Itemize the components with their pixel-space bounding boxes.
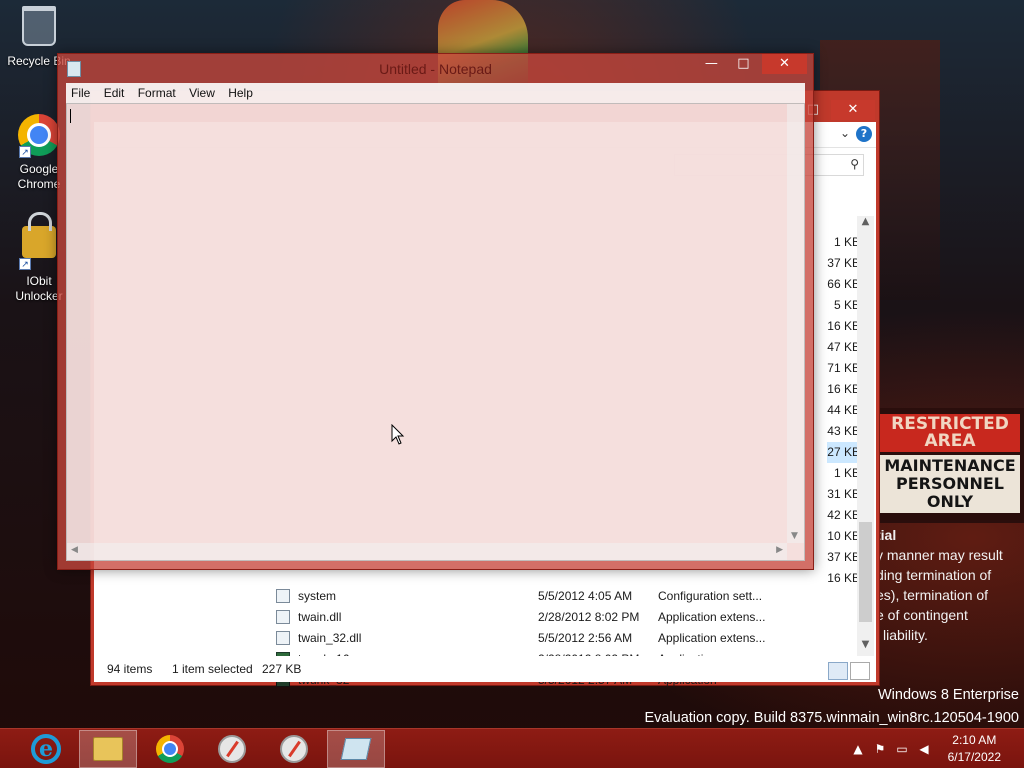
chevron-down-icon[interactable]: ⌄ [840, 126, 850, 140]
notepad-menu-bar: File Edit Format View Help [66, 83, 805, 103]
explorer-close-button[interactable]: ✕ [831, 100, 875, 120]
status-size: 227 KB [262, 662, 302, 676]
warning-line: ding termination of [876, 567, 992, 583]
scroll-thumb[interactable] [859, 522, 872, 622]
menu-edit[interactable]: Edit [99, 83, 130, 103]
taskbar: e ▲ ⚑ ▭ ◀ 2:10 AM 6/17/2022 [0, 728, 1024, 768]
notepad-horizontal-scrollbar[interactable]: ◀ ▶ [67, 543, 787, 560]
help-icon[interactable]: ? [856, 126, 872, 142]
system-tray: ▲ ⚑ ▭ ◀ 2:10 AM 6/17/2022 [834, 729, 1024, 768]
taskbar-clock[interactable]: 2:10 AM 6/17/2022 [948, 732, 1001, 766]
dll-icon [276, 609, 290, 624]
taskbar-google-chrome[interactable] [141, 730, 199, 768]
scroll-right-icon[interactable]: ▶ [776, 545, 783, 555]
scroll-down-icon[interactable]: ▼ [857, 639, 874, 656]
text-caret [70, 109, 71, 123]
search-icon: ⚲ [850, 157, 859, 171]
taskbar-compass-app-2[interactable] [265, 730, 323, 768]
ie-icon: e [31, 734, 61, 764]
taskbar-compass-app[interactable] [203, 730, 261, 768]
dll-icon [276, 630, 290, 645]
large-icons-view-icon[interactable] [850, 662, 870, 680]
warning-line: e of contingent [876, 607, 968, 623]
recycle-bin-icon [17, 6, 61, 50]
file-name: twain_32.dll [298, 630, 362, 645]
windows-watermark: Windows 8 Enterprise Evaluation copy. Bu… [644, 684, 1019, 730]
warning-line: es), termination of [876, 587, 989, 603]
iobit-unlocker-icon: ↗ [17, 212, 61, 270]
status-selection: 1 item selected [172, 662, 253, 676]
sign-top-text: RESTRICTED AREA [880, 414, 1020, 452]
notepad-text-area[interactable]: ▼ ◀ ▶ [66, 103, 805, 561]
table-row[interactable]: twain.dll 2/28/2012 8:02 PM Application … [254, 606, 860, 627]
file-name: system [298, 588, 337, 603]
file-date: 5/5/2012 4:05 AM [538, 588, 633, 603]
details-view-icon[interactable] [828, 662, 848, 680]
sign-bottom-text: MAINTENANCE PERSONNEL ONLY [880, 455, 1020, 513]
explorer-status-bar: 94 items 1 item selected 227 KB [94, 656, 876, 682]
compass-icon [280, 735, 308, 763]
show-hidden-icons[interactable]: ▲ [850, 741, 866, 757]
menu-view[interactable]: View [184, 83, 220, 103]
notepad-window-controls: — □ ✕ [698, 54, 807, 74]
maximize-button[interactable]: □ [730, 54, 757, 74]
notepad-vertical-scrollbar[interactable]: ▼ [787, 104, 804, 543]
folder-icon [93, 737, 123, 761]
menu-format[interactable]: Format [133, 83, 181, 103]
taskbar-notepad[interactable] [327, 730, 385, 768]
taskbar-file-explorer[interactable] [79, 730, 137, 768]
scroll-up-icon[interactable]: ▲ [857, 216, 874, 233]
file-type: Application extens... [658, 630, 766, 645]
wallpaper-sign: RESTRICTED AREA MAINTENANCE PERSONNEL ON… [876, 408, 1024, 523]
watermark-build: Evaluation copy. Build 8375.winmain_win8… [644, 710, 1019, 726]
compass-icon [218, 735, 246, 763]
close-button[interactable]: ✕ [762, 54, 807, 74]
chrome-icon: ↗ [17, 114, 61, 158]
chrome-icon [156, 735, 184, 763]
network-icon[interactable]: ▭ [894, 741, 910, 757]
file-date: 2/28/2012 8:02 PM [538, 609, 640, 624]
file-type: Application extens... [658, 609, 766, 624]
table-row[interactable]: system 5/5/2012 4:05 AM Configuration se… [254, 585, 860, 606]
volume-muted-icon[interactable]: ◀ [916, 741, 932, 757]
wallpaper-warning-text: tial y manner may result ding terminatio… [876, 525, 1024, 645]
file-name: twain.dll [298, 609, 342, 624]
notepad-icon [340, 738, 372, 760]
action-center-flag-icon[interactable]: ⚑ [872, 741, 888, 757]
scroll-down-icon[interactable]: ▼ [791, 531, 798, 541]
minimize-button[interactable]: — [698, 54, 725, 74]
taskbar-internet-explorer[interactable]: e [17, 730, 75, 768]
file-icon [276, 588, 290, 603]
watermark-edition: Windows 8 Enterprise [877, 687, 1019, 703]
scroll-left-icon[interactable]: ◀ [71, 545, 78, 555]
warning-line: tial [876, 527, 897, 543]
warning-line: l liability. [876, 627, 928, 643]
clock-time: 2:10 AM [952, 733, 997, 747]
menu-file[interactable]: File [66, 83, 95, 103]
menu-help[interactable]: Help [223, 83, 258, 103]
status-item-count: 94 items [107, 662, 153, 676]
notepad-window[interactable]: Untitled - Notepad — □ ✕ File Edit Forma… [57, 53, 814, 570]
table-row[interactable]: twain_32.dll 5/5/2012 2:56 AM Applicatio… [254, 627, 860, 648]
clock-date: 6/17/2022 [947, 750, 1001, 764]
file-date: 5/5/2012 2:56 AM [538, 630, 633, 645]
mouse-cursor-icon [391, 423, 405, 450]
warning-line: y manner may result [876, 547, 1003, 563]
file-type: Configuration sett... [658, 588, 763, 603]
explorer-vertical-scrollbar[interactable]: ▲ ▼ [857, 216, 874, 656]
